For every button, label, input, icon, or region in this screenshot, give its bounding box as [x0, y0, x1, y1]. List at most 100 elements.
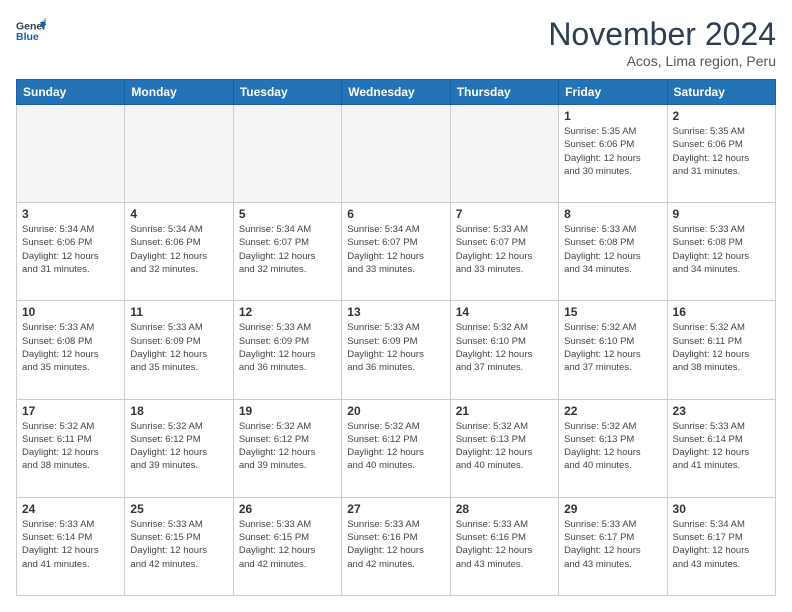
day-info: Sunrise: 5:32 AM Sunset: 6:12 PM Dayligh…	[130, 420, 227, 473]
calendar-day-cell: 3 Sunrise: 5:34 AM Sunset: 6:06 PM Daylig…	[17, 203, 125, 301]
day-number: 14	[456, 305, 553, 319]
title-section: November 2024 Acos, Lima region, Peru	[548, 16, 776, 69]
calendar-day-cell: 17 Sunrise: 5:32 AM Sunset: 6:11 PM Dayli…	[17, 399, 125, 497]
day-number: 16	[673, 305, 770, 319]
day-info: Sunrise: 5:33 AM Sunset: 6:09 PM Dayligh…	[130, 321, 227, 374]
day-info: Sunrise: 5:32 AM Sunset: 6:13 PM Dayligh…	[564, 420, 661, 473]
calendar-day-cell	[17, 105, 125, 203]
day-number: 3	[22, 207, 119, 221]
day-info: Sunrise: 5:33 AM Sunset: 6:16 PM Dayligh…	[347, 518, 444, 571]
calendar-week-row: 1Sunrise: 5:35 AM Sunset: 6:06 PM Daylig…	[17, 105, 776, 203]
day-info: Sunrise: 5:34 AM Sunset: 6:06 PM Dayligh…	[22, 223, 119, 276]
day-info: Sunrise: 5:33 AM Sunset: 6:15 PM Dayligh…	[130, 518, 227, 571]
calendar-day-cell: 5Sunrise: 5:34 AM Sunset: 6:07 PM Daylig…	[233, 203, 341, 301]
day-number: 24	[22, 502, 119, 516]
svg-text:Blue: Blue	[16, 31, 39, 43]
day-info: Sunrise: 5:33 AM Sunset: 6:08 PM Dayligh…	[673, 223, 770, 276]
day-number: 22	[564, 404, 661, 418]
calendar-day-cell: 24Sunrise: 5:33 AM Sunset: 6:14 PM Dayli…	[17, 497, 125, 595]
month-title: November 2024	[548, 16, 776, 53]
day-number: 17	[22, 404, 119, 418]
day-number: 4	[130, 207, 227, 221]
calendar-day-cell: 23Sunrise: 5:33 AM Sunset: 6:14 PM Dayli…	[667, 399, 775, 497]
day-info: Sunrise: 5:34 AM Sunset: 6:06 PM Dayligh…	[130, 223, 227, 276]
day-number: 13	[347, 305, 444, 319]
day-number: 27	[347, 502, 444, 516]
day-number: 25	[130, 502, 227, 516]
day-info: Sunrise: 5:34 AM Sunset: 6:07 PM Dayligh…	[347, 223, 444, 276]
calendar-header-day: Saturday	[667, 80, 775, 105]
calendar-week-row: 3 Sunrise: 5:34 AM Sunset: 6:06 PM Daylig…	[17, 203, 776, 301]
calendar-day-cell: 9 Sunrise: 5:33 AM Sunset: 6:08 PM Daylig…	[667, 203, 775, 301]
calendar-header-day: Friday	[559, 80, 667, 105]
page: General Blue November 2024 Acos, Lima re…	[0, 0, 792, 612]
calendar-header-day: Sunday	[17, 80, 125, 105]
day-info: Sunrise: 5:33 AM Sunset: 6:16 PM Dayligh…	[456, 518, 553, 571]
day-info: Sunrise: 5:33 AM Sunset: 6:08 PM Dayligh…	[564, 223, 661, 276]
day-info: Sunrise: 5:34 AM Sunset: 6:17 PM Dayligh…	[673, 518, 770, 571]
day-number: 5	[239, 207, 336, 221]
day-number: 18	[130, 404, 227, 418]
calendar-day-cell: 22 Sunrise: 5:32 AM Sunset: 6:13 PM Dayli…	[559, 399, 667, 497]
calendar-header-day: Monday	[125, 80, 233, 105]
day-info: Sunrise: 5:33 AM Sunset: 6:17 PM Dayligh…	[564, 518, 661, 571]
calendar-header-day: Wednesday	[342, 80, 450, 105]
day-info: Sunrise: 5:32 AM Sunset: 6:13 PM Dayligh…	[456, 420, 553, 473]
day-number: 6	[347, 207, 444, 221]
logo: General Blue	[16, 16, 46, 46]
day-info: Sunrise: 5:32 AM Sunset: 6:11 PM Dayligh…	[22, 420, 119, 473]
day-number: 7	[456, 207, 553, 221]
calendar-day-cell	[233, 105, 341, 203]
day-number: 9	[673, 207, 770, 221]
day-info: Sunrise: 5:32 AM Sunset: 6:10 PM Dayligh…	[456, 321, 553, 374]
day-info: Sunrise: 5:32 AM Sunset: 6:12 PM Dayligh…	[347, 420, 444, 473]
calendar-day-cell	[125, 105, 233, 203]
day-info: Sunrise: 5:35 AM Sunset: 6:06 PM Dayligh…	[673, 125, 770, 178]
calendar-week-row: 17 Sunrise: 5:32 AM Sunset: 6:11 PM Dayli…	[17, 399, 776, 497]
day-info: Sunrise: 5:33 AM Sunset: 6:14 PM Dayligh…	[673, 420, 770, 473]
calendar-day-cell: 29Sunrise: 5:33 AM Sunset: 6:17 PM Dayli…	[559, 497, 667, 595]
calendar-day-cell	[450, 105, 558, 203]
day-info: Sunrise: 5:33 AM Sunset: 6:15 PM Dayligh…	[239, 518, 336, 571]
day-info: Sunrise: 5:33 AM Sunset: 6:09 PM Dayligh…	[347, 321, 444, 374]
day-number: 21	[456, 404, 553, 418]
day-info: Sunrise: 5:35 AM Sunset: 6:06 PM Dayligh…	[564, 125, 661, 178]
day-number: 12	[239, 305, 336, 319]
location: Acos, Lima region, Peru	[548, 53, 776, 69]
calendar-day-cell: 26 Sunrise: 5:33 AM Sunset: 6:15 PM Dayli…	[233, 497, 341, 595]
calendar-day-cell: 8 Sunrise: 5:33 AM Sunset: 6:08 PM Daylig…	[559, 203, 667, 301]
day-info: Sunrise: 5:32 AM Sunset: 6:11 PM Dayligh…	[673, 321, 770, 374]
calendar-day-cell: 13 Sunrise: 5:33 AM Sunset: 6:09 PM Dayli…	[342, 301, 450, 399]
calendar-day-cell: 18 Sunrise: 5:32 AM Sunset: 6:12 PM Dayli…	[125, 399, 233, 497]
day-number: 15	[564, 305, 661, 319]
calendar-day-cell: 19Sunrise: 5:32 AM Sunset: 6:12 PM Dayli…	[233, 399, 341, 497]
calendar-day-cell: 14 Sunrise: 5:32 AM Sunset: 6:10 PM Dayli…	[450, 301, 558, 399]
day-number: 20	[347, 404, 444, 418]
day-info: Sunrise: 5:33 AM Sunset: 6:08 PM Dayligh…	[22, 321, 119, 374]
calendar-week-row: 10 Sunrise: 5:33 AM Sunset: 6:08 PM Dayli…	[17, 301, 776, 399]
calendar-week-row: 24Sunrise: 5:33 AM Sunset: 6:14 PM Dayli…	[17, 497, 776, 595]
day-number: 26	[239, 502, 336, 516]
calendar-day-cell: 12 Sunrise: 5:33 AM Sunset: 6:09 PM Dayli…	[233, 301, 341, 399]
calendar-day-cell: 2 Sunrise: 5:35 AM Sunset: 6:06 PM Daylig…	[667, 105, 775, 203]
calendar-day-cell	[342, 105, 450, 203]
calendar-day-cell: 15 Sunrise: 5:32 AM Sunset: 6:10 PM Dayli…	[559, 301, 667, 399]
day-number: 2	[673, 109, 770, 123]
calendar-day-cell: 6 Sunrise: 5:34 AM Sunset: 6:07 PM Daylig…	[342, 203, 450, 301]
logo-icon: General Blue	[16, 16, 46, 46]
day-number: 11	[130, 305, 227, 319]
day-info: Sunrise: 5:32 AM Sunset: 6:12 PM Dayligh…	[239, 420, 336, 473]
calendar-header-day: Tuesday	[233, 80, 341, 105]
calendar-day-cell: 7Sunrise: 5:33 AM Sunset: 6:07 PM Daylig…	[450, 203, 558, 301]
day-number: 8	[564, 207, 661, 221]
day-info: Sunrise: 5:32 AM Sunset: 6:10 PM Dayligh…	[564, 321, 661, 374]
header: General Blue November 2024 Acos, Lima re…	[16, 16, 776, 69]
calendar-day-cell: 20 Sunrise: 5:32 AM Sunset: 6:12 PM Dayli…	[342, 399, 450, 497]
day-number: 10	[22, 305, 119, 319]
calendar-day-cell: 10 Sunrise: 5:33 AM Sunset: 6:08 PM Dayli…	[17, 301, 125, 399]
calendar-header-day: Thursday	[450, 80, 558, 105]
day-info: Sunrise: 5:33 AM Sunset: 6:09 PM Dayligh…	[239, 321, 336, 374]
calendar-header-row: SundayMondayTuesdayWednesdayThursdayFrid…	[17, 80, 776, 105]
calendar-day-cell: 28Sunrise: 5:33 AM Sunset: 6:16 PM Dayli…	[450, 497, 558, 595]
calendar-day-cell: 30Sunrise: 5:34 AM Sunset: 6:17 PM Dayli…	[667, 497, 775, 595]
